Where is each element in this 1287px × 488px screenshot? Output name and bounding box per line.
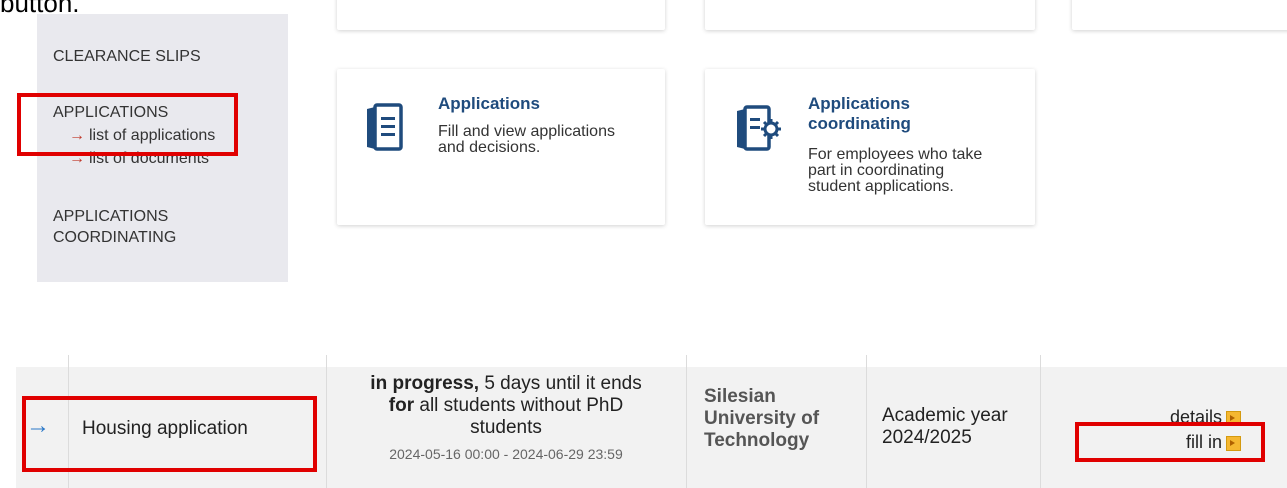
sidebar-item-clearance-slips[interactable]: CLEARANCE SLIPS	[53, 46, 201, 67]
application-status: in progress, 5 days until it ends for al…	[326, 373, 686, 465]
tile-title: Applications coordinating	[808, 94, 911, 134]
document-icon	[367, 103, 403, 151]
tile-description-line: Fill and view applications	[438, 123, 615, 140]
institution-line: Technology	[704, 430, 810, 451]
highlight-box	[17, 93, 238, 156]
institution-line: Silesian	[704, 386, 776, 407]
institution-line: University of	[704, 408, 820, 429]
academic-year-line: 2024/2025	[882, 427, 972, 448]
highlight-box	[1075, 422, 1265, 462]
tile-applications[interactable]: Applications Fill and view applications …	[337, 69, 665, 225]
tile-partial	[337, 0, 665, 30]
document-gear-icon	[737, 105, 781, 151]
academic-year-line: Academic year	[882, 405, 1008, 426]
for-label: for	[388, 395, 415, 416]
tile-description-line: and decisions.	[438, 139, 541, 156]
tile-partial	[705, 0, 1035, 30]
audience-text: students	[470, 417, 542, 438]
tile-description: For employees who take part in coordinat…	[808, 147, 982, 195]
tile-description-line: student applications.	[808, 178, 954, 195]
tile-description-line: part in coordinating	[808, 162, 945, 179]
tile-title-line: coordinating	[808, 114, 911, 133]
column-divider	[866, 355, 867, 488]
tile-applications-coordinating[interactable]: Applications coordinating For employees …	[705, 69, 1035, 225]
tile-description: Fill and view applications and decisions…	[438, 124, 615, 156]
academic-year: Academic year 2024/2025	[882, 405, 1008, 449]
tile-title: Applications	[438, 94, 541, 113]
institution: Silesian University of Technology	[704, 386, 819, 452]
status-label: in progress,	[370, 373, 480, 394]
audience-text: all students without PhD	[419, 395, 624, 416]
column-divider	[1040, 355, 1041, 488]
tile-description-line: For employees who take	[808, 146, 983, 163]
status-text: 5 days until it ends	[484, 373, 642, 394]
tile-title-line: Applications	[808, 94, 911, 113]
sidebar-item-applications-coordinating[interactable]: APPLICATIONS COORDINATING	[53, 206, 176, 248]
tile-partial	[1072, 0, 1287, 30]
sidebar-item-label: APPLICATIONS	[53, 208, 169, 225]
date-range: 2024-05-16 00:00 - 2024-06-29 23:59	[389, 446, 623, 462]
highlight-box	[22, 396, 317, 472]
sidebar-item-label: COORDINATING	[53, 229, 177, 246]
column-divider	[686, 355, 687, 488]
